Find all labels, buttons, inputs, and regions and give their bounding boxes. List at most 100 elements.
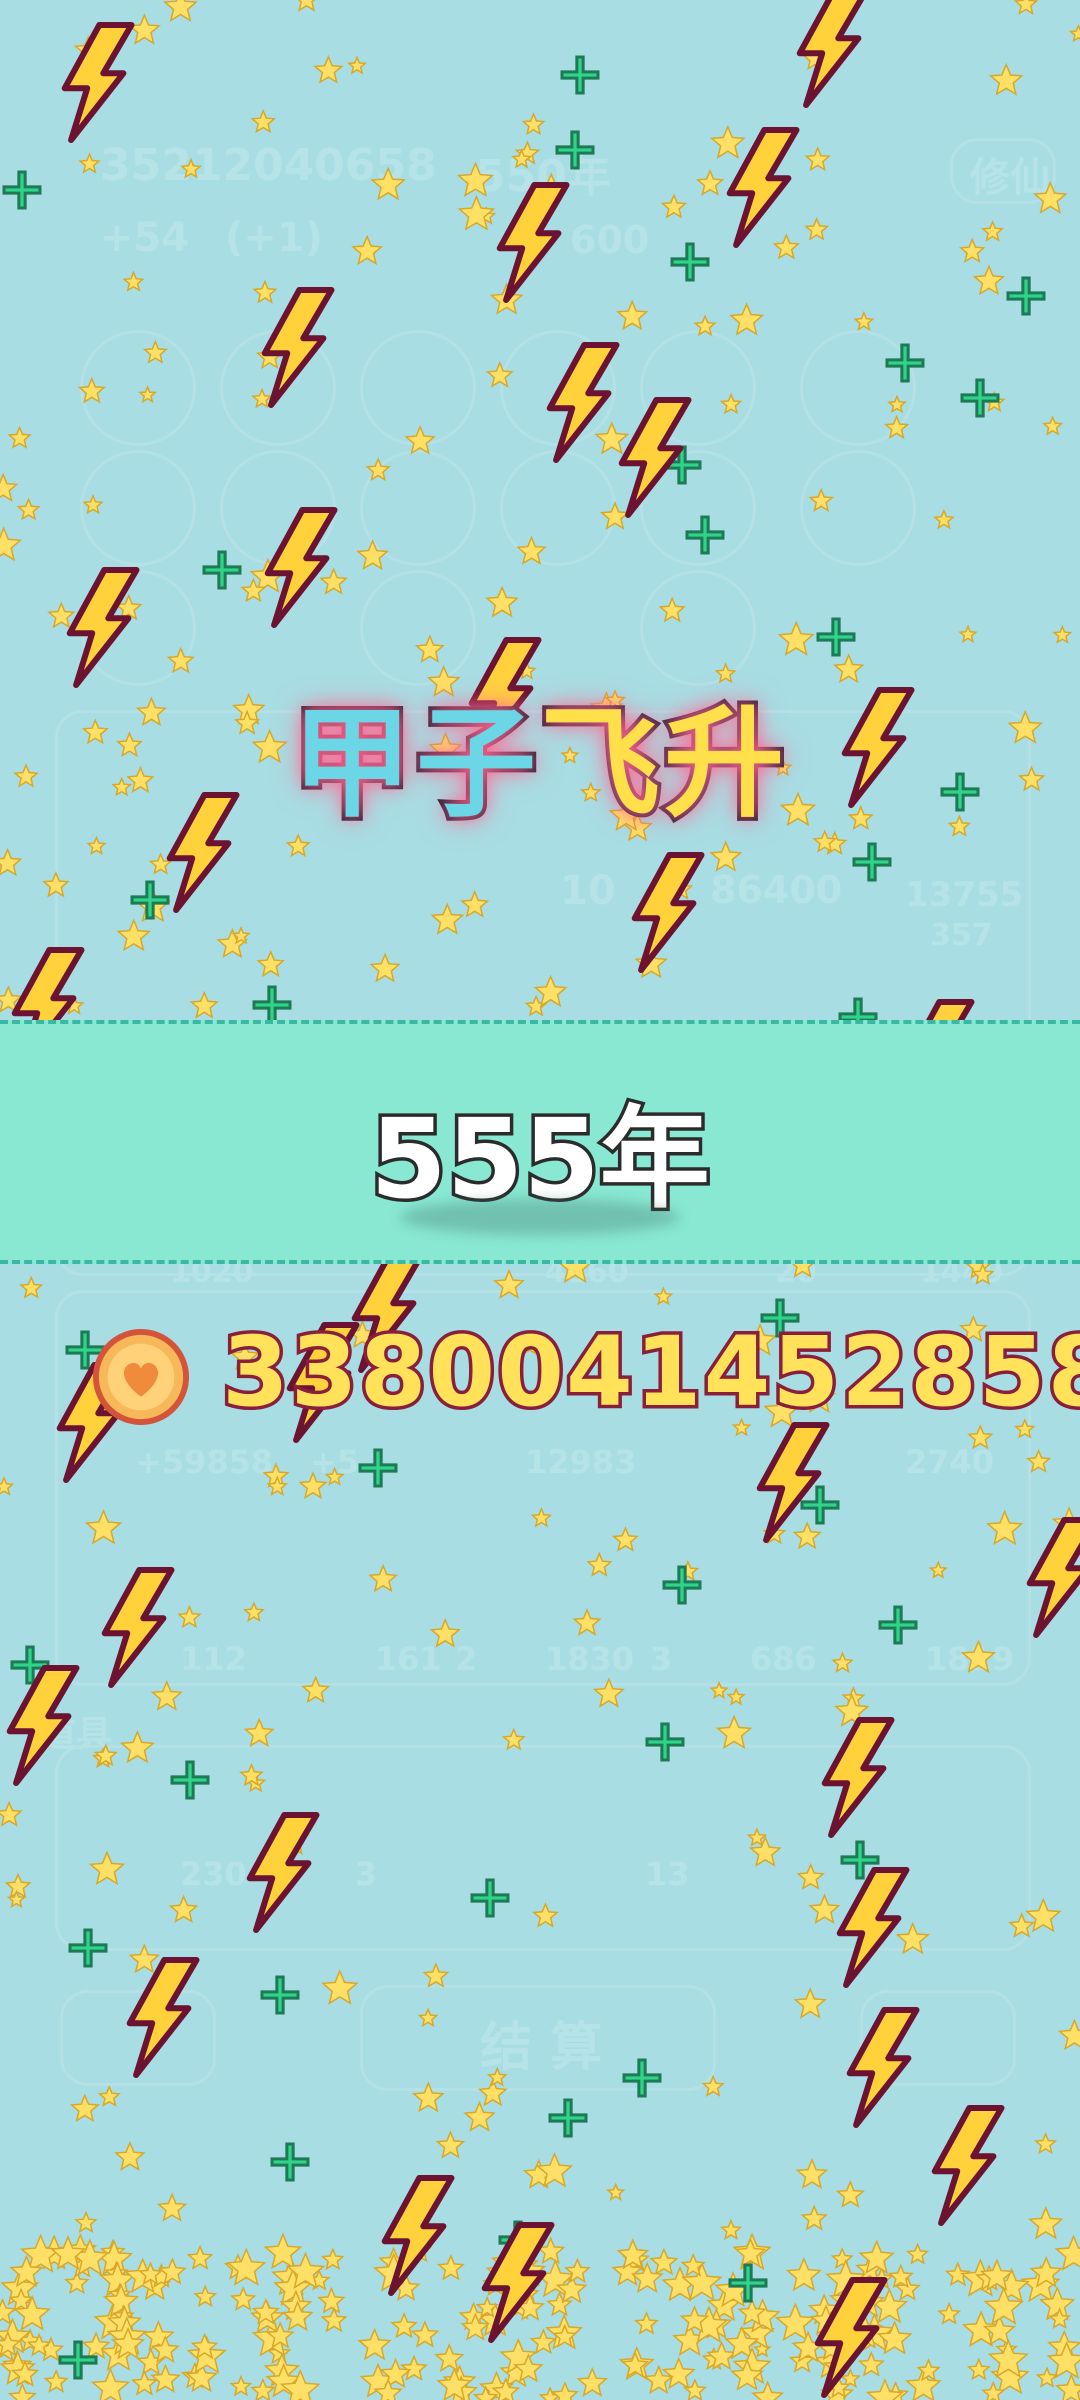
lightning-bolt-icon [61, 22, 135, 143]
lightning-bolt-icon [846, 2007, 920, 2128]
star-icon [606, 2182, 626, 2202]
star-icon [0, 472, 19, 502]
star-icon [390, 2312, 418, 2339]
lightning-bolt-icon [496, 182, 570, 303]
star-icon [1068, 23, 1080, 43]
plus-icon [560, 55, 600, 95]
star-icon [785, 2256, 823, 2292]
plus-icon [470, 1878, 510, 1918]
star-icon [189, 990, 219, 1019]
lightning-bolt-icon [101, 1567, 175, 1688]
star-icon [410, 2320, 440, 2348]
star-icon [138, 385, 158, 404]
star-icon [714, 662, 737, 684]
plus-icon [130, 880, 170, 920]
plus-icon [816, 617, 856, 657]
plus-icon [548, 2098, 588, 2138]
star-icon [611, 1526, 639, 1552]
star-icon [633, 2311, 659, 2335]
lightning-bolt-icon [66, 567, 140, 688]
star-icon [532, 1902, 559, 1928]
star-icon [693, 314, 717, 337]
star-icon [796, 1862, 825, 1890]
star-icon [7, 425, 32, 449]
star-icon [830, 2246, 854, 2270]
plus-icon [645, 1722, 685, 1762]
star-icon [463, 2100, 496, 2132]
star-icon [808, 1893, 841, 1924]
star-icon [576, 2366, 609, 2397]
star-icon [365, 457, 391, 482]
star-icon [90, 2367, 131, 2400]
star-icon [436, 2253, 465, 2281]
star-icon [263, 2232, 303, 2270]
star-icon [967, 1424, 994, 1450]
star-icon [193, 2284, 218, 2308]
star-icon [229, 2285, 257, 2311]
star-icon [928, 1560, 948, 1579]
star-icon [411, 2081, 445, 2113]
star-icon [430, 902, 465, 935]
year-text-shadow [400, 1199, 680, 1235]
star-icon [808, 487, 834, 512]
plus-icon [270, 2142, 310, 2182]
lightning-bolt-icon [1026, 1517, 1080, 1638]
star-icon [485, 360, 514, 388]
title-part-1: 甲子 [288, 691, 540, 838]
star-icon [988, 62, 1024, 96]
star-icon [243, 1717, 275, 1748]
heart-coin-icon [92, 1328, 190, 1426]
star-icon [250, 108, 277, 134]
star-icon [163, 0, 198, 22]
star-icon [0, 526, 23, 562]
star-icon [242, 1601, 265, 1623]
star-icon [127, 13, 161, 45]
star-icon [709, 1680, 729, 1700]
star-icon [0, 847, 23, 877]
star-icon [88, 1850, 126, 1886]
star-icon [19, 1275, 44, 1299]
lightning-bolt-icon [6, 1665, 80, 1786]
star-icon [168, 1894, 199, 1923]
title-part-2: 飞升 [536, 691, 788, 838]
star-icon [351, 234, 384, 266]
plus-icon [252, 985, 292, 1025]
star-icon [400, 2354, 428, 2381]
star-icon [529, 2328, 558, 2355]
star-icon [460, 889, 490, 918]
star-icon [485, 585, 519, 618]
lightning-bolt-icon [931, 2105, 1005, 2226]
star-icon [324, 1466, 345, 1486]
star-icon [1035, 2366, 1059, 2388]
star-icon [142, 339, 168, 364]
star-icon [150, 1680, 183, 1711]
lightning-bolt-icon [261, 287, 335, 408]
star-icon [594, 421, 630, 455]
star-icon [709, 124, 746, 159]
star-icon [250, 2377, 276, 2400]
star-icon [368, 1563, 399, 1593]
star-icon [792, 1521, 822, 1550]
plus-icon [555, 130, 595, 170]
star-icon [793, 1987, 827, 2019]
lightning-bolt-icon [821, 1717, 895, 1838]
star-icon [256, 949, 285, 978]
plus-icon [960, 378, 1000, 418]
plus-icon [685, 515, 725, 555]
lightning-bolt-icon [381, 2175, 455, 2296]
star-icon [800, 2204, 828, 2231]
plus-icon [1006, 276, 1046, 316]
star-icon [119, 1729, 155, 1764]
plus-icon [800, 1485, 840, 1525]
star-icon [47, 601, 76, 629]
star-icon [729, 302, 765, 336]
ascension-title: 甲子飞升 [0, 690, 1080, 840]
star-icon [966, 2357, 991, 2381]
star-icon [43, 2368, 69, 2393]
star-icon [493, 1268, 525, 1299]
star-icon [41, 871, 70, 898]
plus-icon [170, 1760, 210, 1800]
star-icon [298, 1471, 328, 1500]
star-icon [317, 2286, 346, 2314]
star-icon [435, 2130, 466, 2159]
